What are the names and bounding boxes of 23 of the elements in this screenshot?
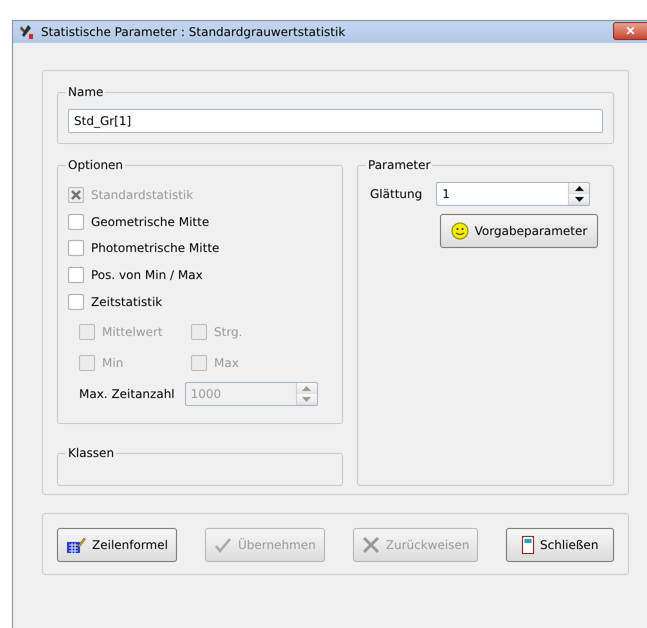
checkmark-icon: [214, 537, 232, 553]
checkbox[interactable]: Photometrische Mitte: [68, 235, 332, 262]
group-title: Name: [67, 85, 104, 99]
cross-icon: [362, 536, 380, 554]
name-input-field[interactable]: Std_Gr[1]: [68, 109, 603, 133]
spin-box[interactable]: 1: [436, 182, 590, 206]
door-icon: [522, 536, 534, 554]
checkbox[interactable]: Pos. von Min / Max: [68, 262, 332, 288]
field-label: Glättung: [370, 187, 422, 201]
group-title: Klassen: [67, 446, 116, 460]
cross-mark-icon: [71, 190, 81, 200]
smiley-icon: [450, 222, 469, 240]
tools-icon: [19, 24, 35, 40]
dialog-button[interactable]: Schließen: [506, 528, 614, 562]
group-title: Parameter: [367, 158, 432, 172]
checkbox[interactable]: Geometrische Mitte: [68, 208, 332, 236]
checkbox[interactable]: Zeitstatistik: [68, 288, 332, 315]
table-pencil-icon: [66, 536, 86, 554]
dialog-button[interactable]: Zeilenformel: [57, 528, 177, 562]
defaults-button[interactable]: Vorgabeparameter: [440, 214, 598, 248]
window-title: Statistische Parameter : Standardgrauwertstatistik: [41, 25, 346, 39]
group-title: Optionen: [67, 158, 124, 172]
field-label: Max. Zeitanzahl: [79, 387, 175, 402]
